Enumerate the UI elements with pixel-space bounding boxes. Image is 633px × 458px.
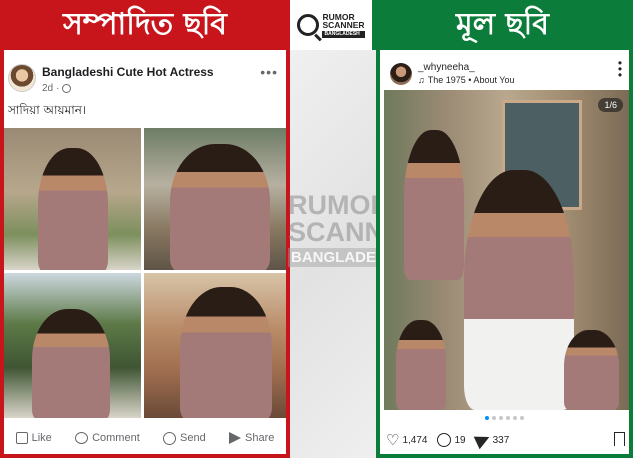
globe-icon — [62, 84, 72, 93]
instagram-post-card: _whyneeha_ ♫ The 1975 • About You • • • 1/… — [376, 50, 633, 458]
send-button[interactable]: Send — [163, 431, 206, 445]
comment-button[interactable]: Comment — [75, 432, 140, 444]
facebook-post-header: Bangladeshi Cute Hot Actress 2d · ••• — [4, 58, 286, 98]
carousel-dots — [380, 416, 629, 420]
audio-info[interactable]: ♫ The 1975 • About You — [418, 75, 514, 85]
comment-count: 19 — [454, 434, 466, 446]
post-caption: সাদিয়া আয়মান। — [8, 103, 87, 117]
more-options-icon[interactable]: ••• — [617, 57, 623, 81]
photo-grid — [4, 128, 286, 418]
instagram-action-bar: ♡ 1,474 19 337 — [386, 428, 627, 452]
username[interactable]: _whyneeha_ — [418, 62, 475, 73]
facebook-action-bar: Like Comment Send Share — [4, 422, 286, 454]
photo-2[interactable] — [144, 128, 286, 270]
rumor-scanner-logo: RUMOR SCANNER BANGLADESH — [290, 0, 372, 50]
carousel-photo[interactable]: 1/6 — [384, 90, 629, 410]
page-name[interactable]: Bangladeshi Cute Hot Actress — [42, 65, 214, 79]
like-button[interactable]: Like — [15, 432, 52, 444]
carousel-dot[interactable] — [506, 416, 510, 420]
logo-line-3: BANGLADESH — [322, 30, 365, 38]
like-count: 1,474 — [402, 434, 428, 446]
carousel-dot[interactable] — [492, 416, 496, 420]
magnifier-icon — [297, 14, 320, 36]
carousel-dot[interactable] — [513, 416, 517, 420]
logo-line-2: SCANNER — [322, 20, 365, 30]
carousel-counter: 1/6 — [598, 98, 623, 112]
like-icon — [15, 432, 28, 444]
share-icon — [229, 432, 241, 444]
facebook-post-card: Bangladeshi Cute Hot Actress 2d · ••• সা… — [0, 50, 290, 458]
bookmark-icon[interactable] — [614, 432, 625, 450]
post-meta: 2d · — [42, 83, 72, 94]
original-photo-title: মূল ছবি — [456, 6, 549, 42]
post-time[interactable]: 2d — [42, 83, 53, 94]
comment-button[interactable]: 19 — [437, 433, 466, 447]
paper-plane-icon — [473, 430, 492, 450]
share-count: 337 — [492, 434, 510, 446]
edited-photo-title: সম্পাদিত ছবি — [62, 6, 228, 42]
original-photo-banner: মূল ছবি — [372, 0, 633, 50]
carousel-dot[interactable] — [485, 416, 489, 420]
like-button[interactable]: ♡ 1,474 — [386, 433, 427, 448]
carousel-dot[interactable] — [499, 416, 503, 420]
page-avatar[interactable] — [8, 64, 36, 92]
comment-icon — [75, 432, 89, 444]
music-note-icon: ♫ — [418, 75, 425, 85]
more-options-icon[interactable]: ••• — [260, 64, 278, 80]
send-icon — [163, 431, 177, 445]
heart-icon: ♡ — [386, 431, 400, 449]
carousel-dot[interactable] — [520, 416, 524, 420]
comment-icon — [437, 433, 452, 447]
photo-4[interactable] — [144, 273, 286, 418]
photo-3[interactable] — [4, 273, 141, 418]
share-button[interactable]: Share — [229, 432, 274, 444]
photo-1[interactable] — [4, 128, 141, 270]
share-button[interactable]: 337 — [473, 430, 510, 450]
edited-photo-banner: সম্পাদিত ছবি — [0, 0, 290, 50]
user-avatar[interactable] — [390, 63, 412, 85]
